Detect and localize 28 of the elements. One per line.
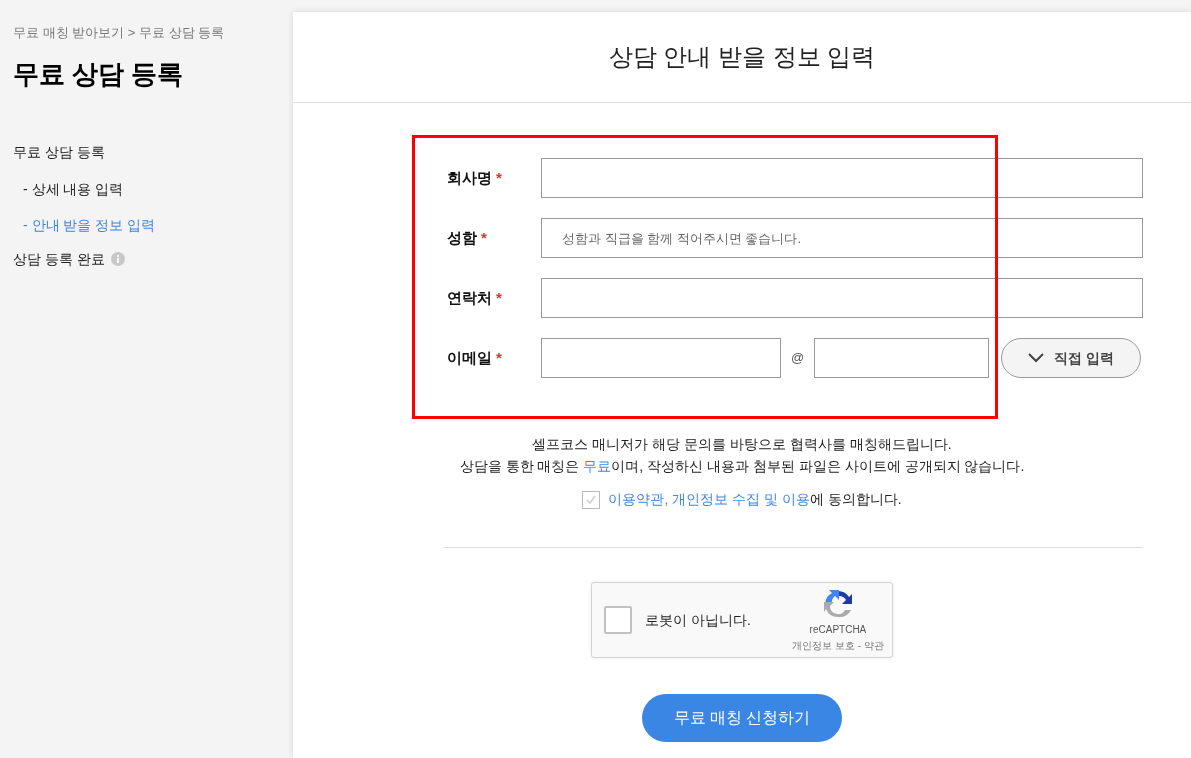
- sidebar-item[interactable]: 상담 등록 완료: [13, 248, 105, 270]
- section-title: 상담 안내 받을 정보 입력: [608, 42, 876, 72]
- breadcrumb: 무료 매칭 받아보기 > 무료 상담 등록: [13, 24, 226, 42]
- notice-text: 상담을 통한 매칭은 무료이며, 작성하신 내용과 첨부된 파일은 사이트에 공개되지 않습니다.: [459, 457, 1025, 476]
- link-separator: -: [857, 638, 861, 653]
- text-input[interactable]: 성함과 직급을 함께 적어주시면 좋습니다.: [541, 218, 1143, 258]
- page-title: 무료 상담 등록: [13, 57, 185, 91]
- terms-link[interactable]: 약관: [864, 637, 884, 653]
- field-label: 이메일: [447, 347, 492, 368]
- required-mark: *: [496, 287, 502, 308]
- privacy-link[interactable]: 개인정보 보호: [791, 637, 855, 653]
- agreement-text: 이용약관, 개인정보 수집 및 이용에 동의합니다.: [608, 490, 902, 509]
- field-label: 회사명: [447, 167, 492, 188]
- captcha-label: 로봇이 아닙니다.: [645, 610, 752, 630]
- sidebar-subitem[interactable]: - 안내 받을 정보 입력: [23, 216, 156, 233]
- submit-button[interactable]: 무료 매칭 신청하기: [642, 694, 842, 742]
- required-mark: *: [496, 167, 502, 188]
- terms-link[interactable]: 이용약관, 개인정보 수집 및 이용: [608, 491, 810, 507]
- required-mark: *: [481, 227, 487, 248]
- domain-select-button[interactable]: 직접 입력: [1001, 338, 1141, 378]
- sidebar-item[interactable]: 무료 상담 등록: [13, 141, 105, 163]
- field-label: 성함: [447, 227, 477, 248]
- required-mark: *: [496, 347, 502, 368]
- notice-text: 셀프코스 매니저가 해당 문의를 바탕으로 협력사를 매칭해드립니다.: [532, 435, 952, 454]
- at-sign: @: [789, 349, 806, 368]
- sidebar-subitem[interactable]: - 상세 내용 입력: [23, 180, 124, 197]
- captcha-brand: reCAPTCHA: [809, 622, 867, 637]
- field-label: 연락처: [447, 287, 492, 308]
